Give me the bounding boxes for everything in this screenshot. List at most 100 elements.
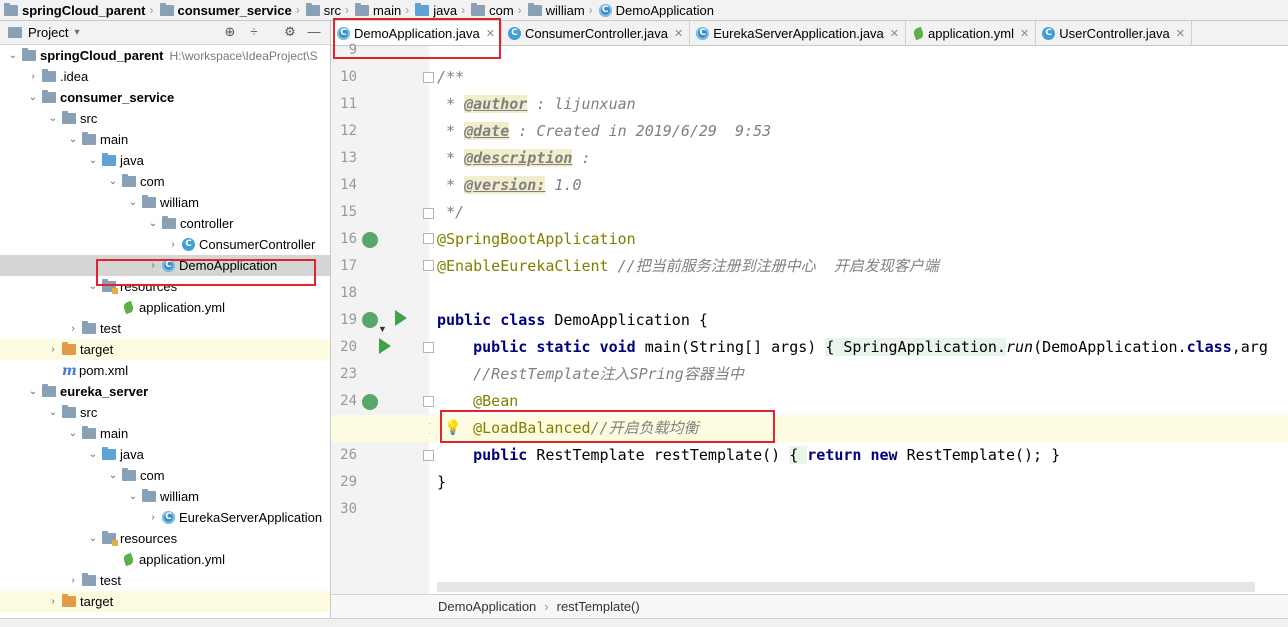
code-line-19: public class DemoApplication { bbox=[430, 307, 1288, 334]
tree-item[interactable]: › C DemoApplication bbox=[0, 255, 330, 276]
chevron-right-icon[interactable]: › bbox=[146, 260, 160, 271]
tree-item[interactable]: ⌄ com bbox=[0, 171, 330, 192]
chevron-right-icon[interactable]: › bbox=[66, 323, 80, 334]
tree-item[interactable]: › C ConsumerController bbox=[0, 234, 330, 255]
tree-item-label: main bbox=[100, 426, 129, 441]
spring-bean-icon[interactable] bbox=[362, 394, 378, 410]
breadcrumb-item-main[interactable]: main bbox=[351, 0, 403, 20]
tree-item[interactable]: ⌄ resources bbox=[0, 528, 330, 549]
tree-item[interactable]: application.yml bbox=[0, 549, 330, 570]
chevron-right-icon[interactable]: › bbox=[46, 344, 60, 355]
folder-icon bbox=[162, 216, 176, 229]
tree-item[interactable]: ⌄ com bbox=[0, 465, 330, 486]
tree-item[interactable]: › target bbox=[0, 339, 330, 360]
chevron-down-icon[interactable]: ⌄ bbox=[86, 533, 100, 544]
editor-breadcrumb-method[interactable]: restTemplate() bbox=[557, 599, 640, 614]
chevron-down-icon[interactable]: ⌄ bbox=[146, 218, 160, 229]
chevron-right-icon: › bbox=[544, 599, 549, 614]
breadcrumb-item-java[interactable]: java bbox=[411, 0, 459, 20]
breadcrumb-item-com[interactable]: com bbox=[467, 0, 516, 20]
chevron-down-icon[interactable]: ⌄ bbox=[126, 491, 140, 502]
chevron-down-icon[interactable]: ⌄ bbox=[106, 176, 120, 187]
chevron-down-icon[interactable]: ⌄ bbox=[86, 449, 100, 460]
editor-breadcrumb-class[interactable]: DemoApplication bbox=[438, 599, 536, 614]
chevron-down-icon[interactable]: ⌄ bbox=[46, 407, 60, 418]
chevron-down-icon[interactable]: ▾ bbox=[74, 27, 79, 38]
close-icon[interactable]: ✕ bbox=[486, 27, 495, 40]
tree-item[interactable]: ⌄ main bbox=[0, 423, 330, 444]
chevron-down-icon[interactable]: ⌄ bbox=[26, 386, 40, 397]
folder-icon bbox=[82, 132, 96, 145]
run-icon[interactable] bbox=[379, 338, 391, 354]
chevron-down-icon[interactable]: ⌄ bbox=[86, 155, 100, 166]
tree-item[interactable]: application.yml bbox=[0, 297, 330, 318]
tree-item[interactable]: › test bbox=[0, 570, 330, 591]
tree-item[interactable]: ⌄ william bbox=[0, 192, 330, 213]
hide-panel-icon[interactable]: — bbox=[306, 24, 322, 40]
tab-consumercontroller-java[interactable]: C ConsumerController.java ✕ bbox=[502, 21, 691, 45]
tree-item[interactable]: ⌄ java bbox=[0, 444, 330, 465]
collapse-all-icon[interactable]: ÷ bbox=[246, 24, 262, 40]
chevron-right-icon[interactable]: › bbox=[66, 575, 80, 586]
chevron-down-icon[interactable]: ⌄ bbox=[26, 92, 40, 103]
close-icon[interactable]: ✕ bbox=[674, 27, 683, 40]
tab-eurekaserverapplication-java[interactable]: C EurekaServerApplication.java ✕ bbox=[690, 21, 907, 45]
chevron-down-icon[interactable]: ⌄ bbox=[106, 470, 120, 481]
chevron-right-icon[interactable]: › bbox=[146, 512, 160, 523]
breadcrumb-item-module[interactable]: consumer_service bbox=[156, 0, 294, 20]
java-folder-icon bbox=[102, 153, 116, 166]
chevron-down-icon[interactable]: ⌄ bbox=[86, 281, 100, 292]
project-panel-header: Project ▾ ⊕ ÷ ⚙ — bbox=[0, 21, 330, 45]
tree-item[interactable]: ⌄ resources bbox=[0, 276, 330, 297]
project-view-selector[interactable]: Project bbox=[28, 25, 68, 40]
breadcrumb-item-demoapplication[interactable]: C DemoApplication bbox=[595, 0, 716, 20]
tree-item[interactable]: ⌄ springCloud_parent H:\workspace\IdeaProj… bbox=[0, 45, 330, 66]
folded-code[interactable]: { SpringApplication. bbox=[825, 338, 1006, 356]
tree-item[interactable]: ⌄ controller bbox=[0, 213, 330, 234]
folded-code[interactable]: { bbox=[789, 446, 808, 464]
gear-icon[interactable]: ⚙ bbox=[282, 24, 298, 40]
close-icon[interactable]: ✕ bbox=[1020, 27, 1029, 40]
breadcrumb-item-src[interactable]: src bbox=[302, 0, 343, 20]
tree-item[interactable]: ⌄ william bbox=[0, 486, 330, 507]
code-editor[interactable]: /** * @author : lijunxuan * @date : Crea… bbox=[430, 46, 1288, 594]
code-text: (DemoApplication. bbox=[1033, 338, 1187, 356]
tab-usercontroller-java[interactable]: C UserController.java ✕ bbox=[1036, 21, 1192, 45]
chevron-down-icon[interactable]: ▼ bbox=[378, 324, 387, 334]
tree-item[interactable]: ⌄ src bbox=[0, 402, 330, 423]
close-icon[interactable]: ✕ bbox=[890, 27, 899, 40]
horizontal-scrollbar[interactable] bbox=[437, 582, 1255, 592]
run-icon[interactable] bbox=[395, 310, 407, 326]
chevron-right-icon[interactable]: › bbox=[46, 596, 60, 607]
breadcrumb-item-william[interactable]: william bbox=[524, 0, 587, 20]
comment-text: : lijunxuan bbox=[527, 95, 636, 113]
chevron-down-icon[interactable]: ⌄ bbox=[46, 113, 60, 124]
spring-bean-icon[interactable] bbox=[362, 312, 378, 328]
code-line-16: @SpringBootApplication bbox=[430, 226, 1288, 253]
chevron-down-icon[interactable]: ⌄ bbox=[126, 197, 140, 208]
tab-application-yml[interactable]: application.yml ✕ bbox=[906, 21, 1037, 45]
spring-bean-icon[interactable] bbox=[362, 232, 378, 248]
tree-item[interactable]: ⌄ src bbox=[0, 108, 330, 129]
tree-item[interactable]: › .idea bbox=[0, 66, 330, 87]
locate-file-icon[interactable]: ⊕ bbox=[222, 24, 238, 40]
close-icon[interactable]: ✕ bbox=[1176, 27, 1185, 40]
tree-item[interactable]: › test bbox=[0, 318, 330, 339]
tree-item[interactable]: › C EurekaServerApplication bbox=[0, 507, 330, 528]
lightbulb-icon[interactable]: 💡 bbox=[444, 419, 461, 436]
chevron-right-icon[interactable]: › bbox=[166, 239, 180, 250]
tree-item[interactable]: ⌄ java bbox=[0, 150, 330, 171]
chevron-down-icon[interactable]: ⌄ bbox=[66, 428, 80, 439]
tree-item[interactable]: › target bbox=[0, 591, 330, 612]
chevron-down-icon[interactable]: ⌄ bbox=[6, 50, 20, 61]
tree-item[interactable]: ⌄ consumer_service bbox=[0, 87, 330, 108]
tree-item[interactable]: ⌄ main bbox=[0, 129, 330, 150]
chevron-right-icon[interactable]: › bbox=[26, 71, 40, 82]
tree-item[interactable]: m pom.xml bbox=[0, 360, 330, 381]
chevron-down-icon[interactable]: ⌄ bbox=[66, 134, 80, 145]
breadcrumb-item-project[interactable]: springCloud_parent bbox=[0, 0, 148, 20]
excluded-folder-icon bbox=[62, 342, 76, 355]
tree-item[interactable]: ⌄ eureka_server bbox=[0, 381, 330, 402]
editor-gutter: 91011121314151617181920232425262930 bbox=[331, 42, 429, 594]
code-line-13: * @description : bbox=[430, 145, 1288, 172]
